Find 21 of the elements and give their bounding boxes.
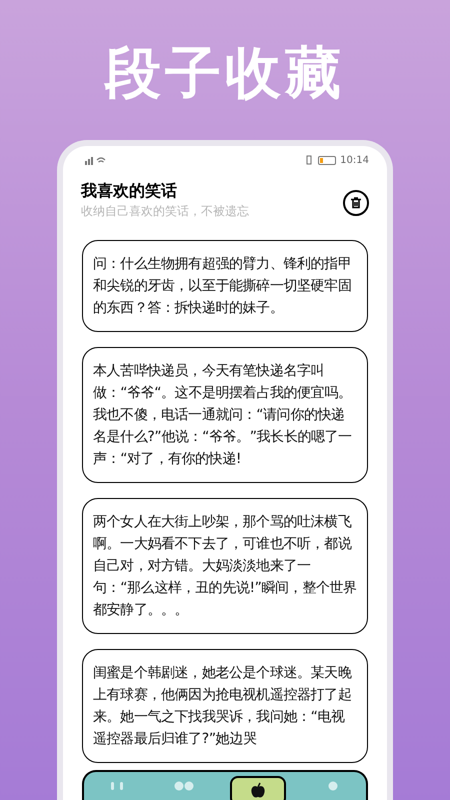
joke-card[interactable]: 本人苦哔快递员，今天有笔快递名字叫做：“爷爷“。这不是明摆着占我的便宜吗。我也不傻，电话一通就问：“请问你的快递名是什么?”他说：“爷爷。”我长长的嗯了一声：“对了，有你的快递! [82, 347, 368, 483]
joke-card[interactable]: 两个女人在大街上吵架，那个骂的吐沫横飞啊。一大妈看不下去了，可谁也不听，都说自己对，对方错。大妈淡淡地来了一句：“那么这样，丑的先说!”瞬间，整个世界都安静了。。。 [82, 498, 368, 634]
joke-text: 问：什么生物拥有超强的臂力、锋利的指甲和尖锐的牙齿，以至于能撕碎一切坚硬牢固的东西？答：拆快递时的妹子。 [93, 255, 352, 318]
joke-card[interactable]: 问：什么生物拥有超强的臂力、锋利的指甲和尖锐的牙齿，以至于能撕碎一切坚硬牢固的东西？答：拆快递时的妹子。 [82, 240, 368, 332]
joke-text: 本人苦哔快递员，今天有笔快递名字叫做：“爷爷“。这不是明摆着占我的便宜吗。我也不傻，电话一通就问：“请问你的快递名是什么?”他说：“爷爷。”我长长的嗯了一声：“对了，有你的快递! [93, 362, 353, 469]
battery-icon [318, 156, 336, 164]
apple-icon [249, 782, 268, 800]
joke-card[interactable]: 闺蜜是个韩剧迷，她老公是个球迷。某天晚上有球赛，他俩因为抢电视机遥控器打了起来。她一气之下找我哭诉，我问她：“电视遥控器最后归谁了?”她边哭 [82, 649, 368, 763]
joke-text: 闺蜜是个韩剧迷，她老公是个球迷。某天晚上有球赛，他俩因为抢电视机遥控器打了起来。她一气之下找我哭诉，我问她：“电视遥控器最后归谁了?”她边哭 [93, 664, 353, 749]
dots-icon [174, 781, 194, 791]
page-subtitle: 收纳自己喜欢的笑话，不被遗忘 [81, 203, 249, 220]
dot-icon [328, 781, 338, 791]
vibrate-icon [304, 155, 314, 165]
clock-time: 10:14 [340, 154, 369, 168]
banner-title: 段子收藏 [105, 46, 345, 102]
page-title: 我喜欢的笑话 [81, 180, 178, 202]
nav-tab[interactable] [230, 776, 286, 800]
trash-icon [350, 197, 362, 209]
joke-text: 两个女人在大街上吵架，那个骂的吐沫横飞啊。一大妈看不下去了，可谁也不听，都说自己对，对方错。大妈淡淡地来了一句：“那么这样，丑的先说!”瞬间，整个世界都安静了。。。 [93, 513, 357, 620]
delete-button[interactable] [343, 190, 369, 216]
bars-icon [110, 781, 124, 791]
